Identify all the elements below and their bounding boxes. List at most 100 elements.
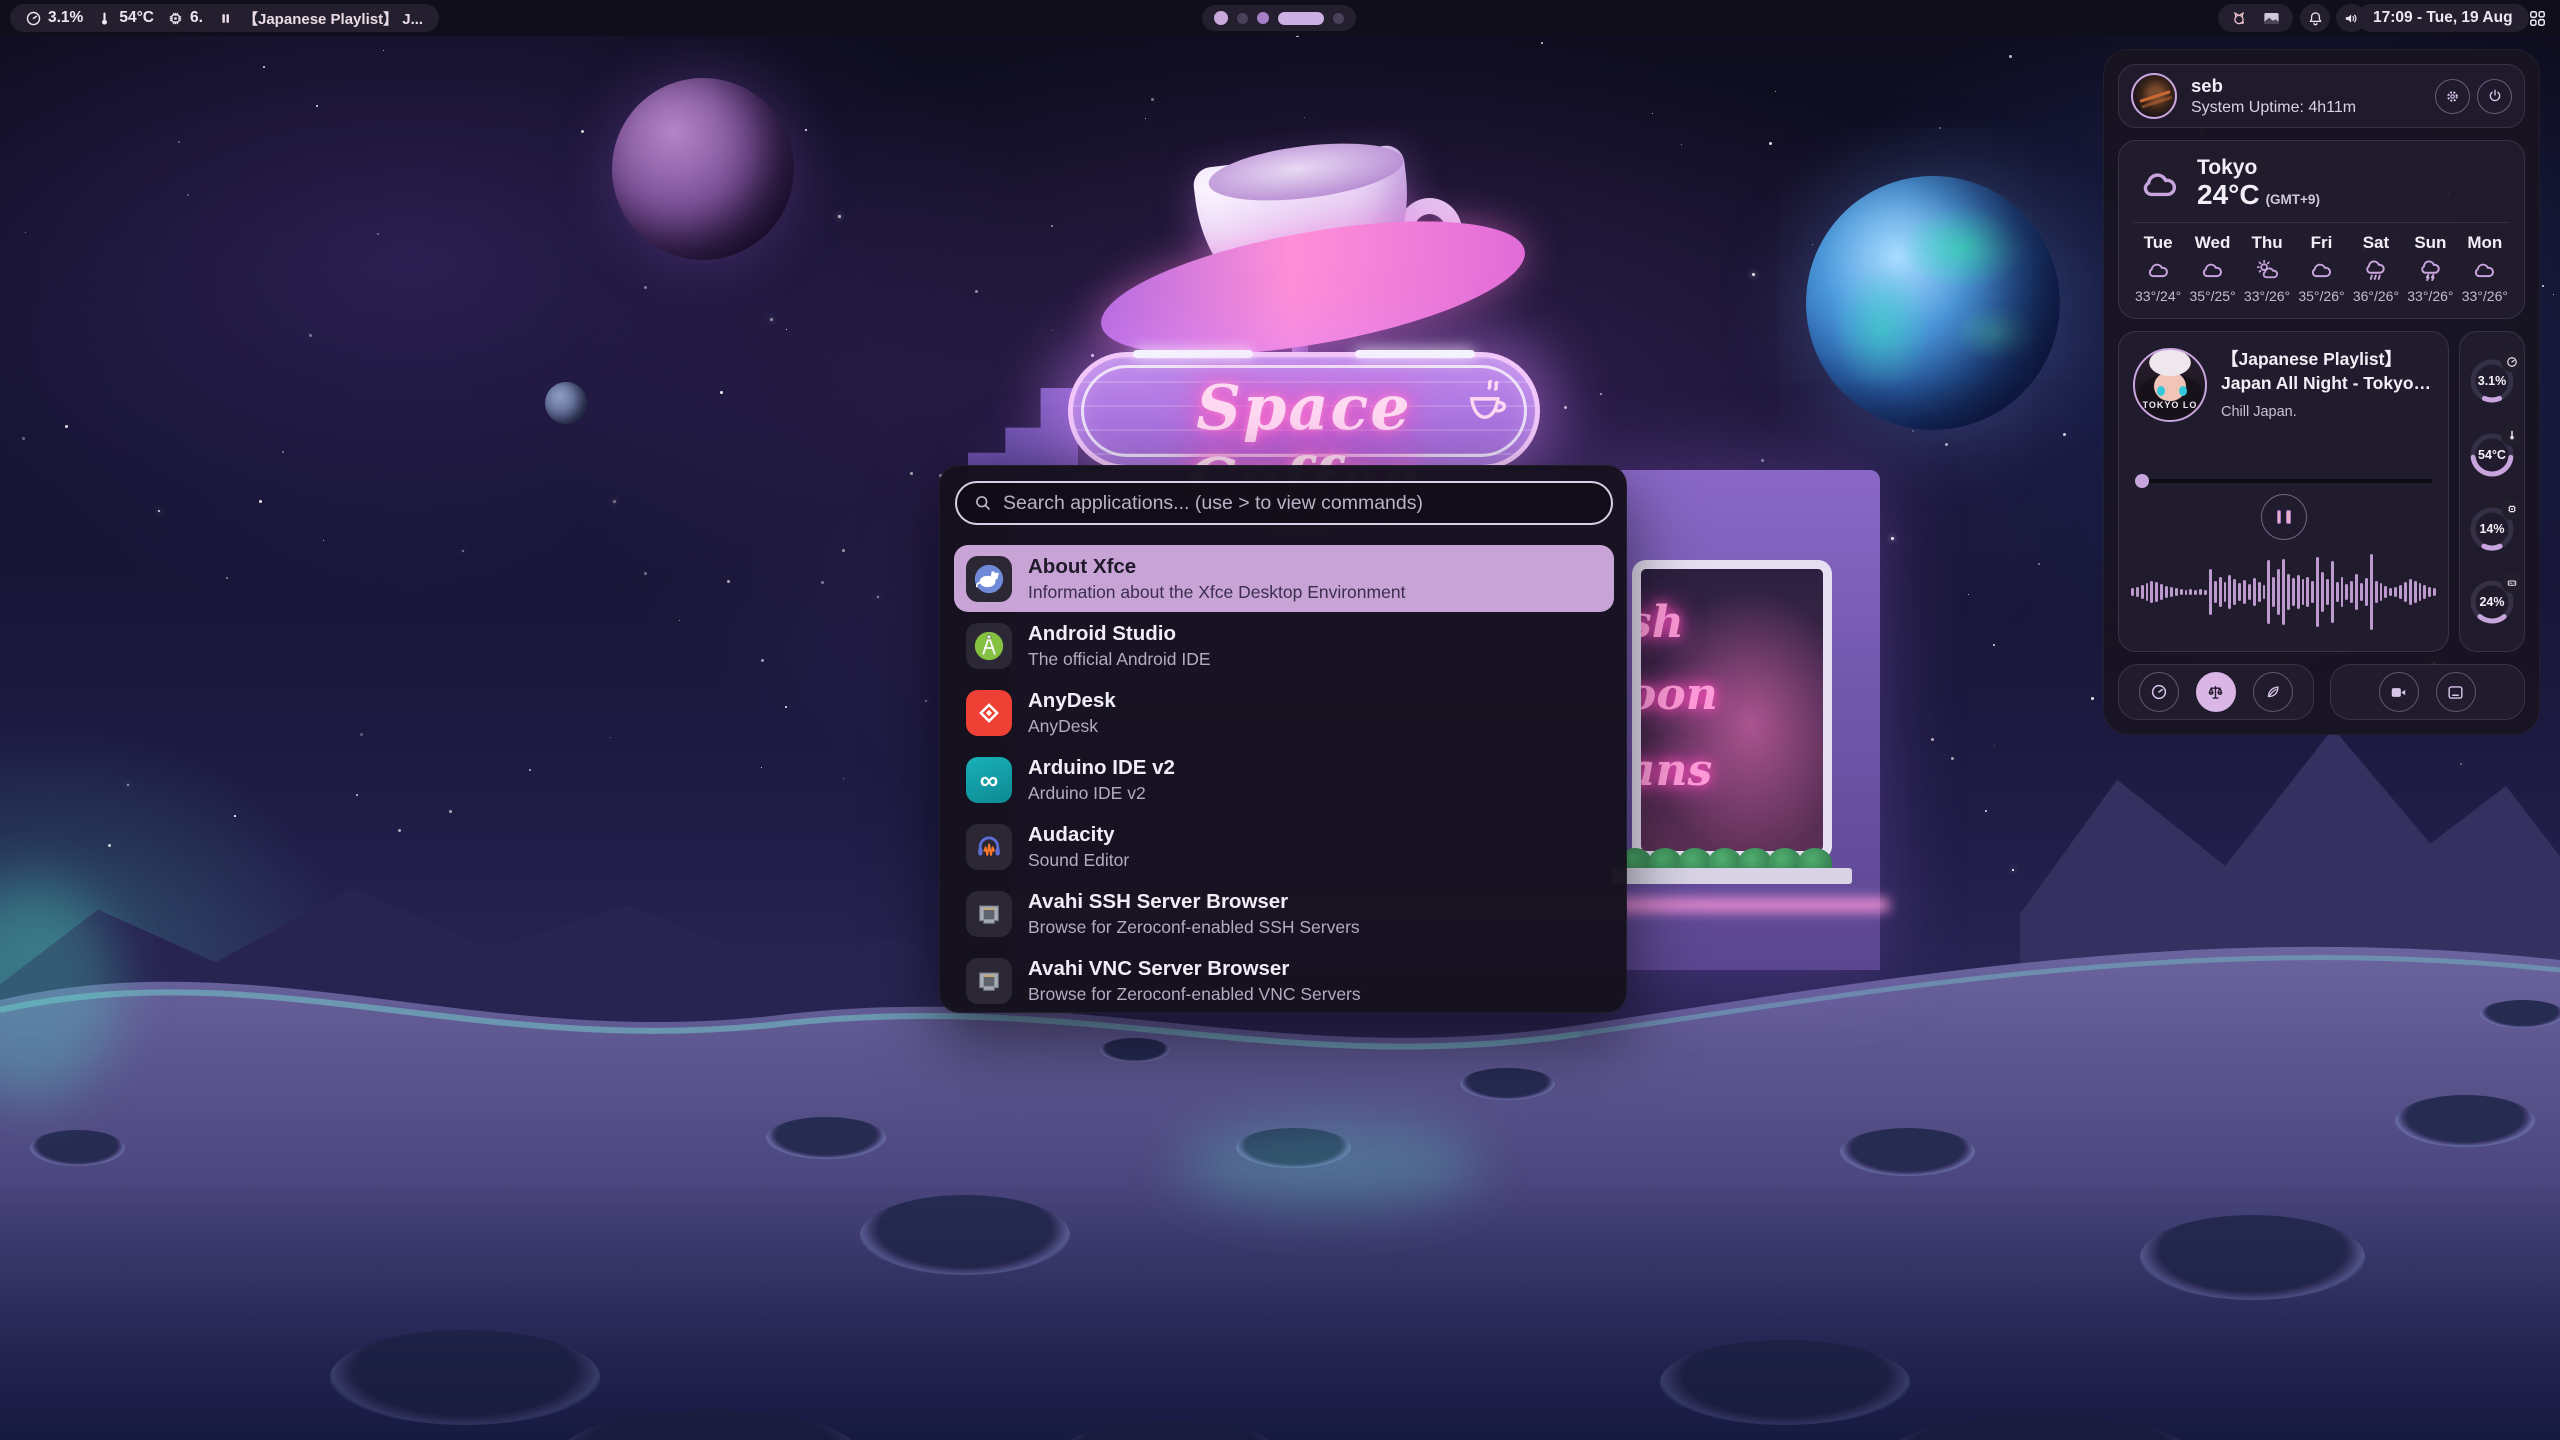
video-camera-icon	[2389, 683, 2408, 702]
visualizer-bar	[2375, 581, 2378, 603]
forecast-day: Wed 35°/25°	[2189, 233, 2235, 304]
star	[842, 549, 845, 552]
notifications-button[interactable]	[2300, 4, 2330, 32]
anydesk-icon	[966, 690, 1012, 736]
visualizer-bar	[2272, 577, 2275, 607]
gauge-chip: 14%	[2467, 504, 2517, 554]
workspace-dot[interactable]	[1237, 13, 1248, 24]
app-title: Audacity	[1028, 823, 1129, 847]
list-item-audacity[interactable]: Audacity Sound Editor	[954, 813, 1614, 880]
visualizer-bar	[2428, 587, 2431, 597]
search-box[interactable]	[955, 481, 1613, 525]
search-icon	[973, 493, 993, 513]
image-icon[interactable]	[2262, 9, 2281, 28]
star	[2012, 869, 2014, 871]
list-item-avahi-vnc[interactable]: Avahi VNC Server Browser Browse for Zero…	[954, 947, 1614, 1014]
control-panel: seb System Uptime: 4h11m	[2103, 49, 2540, 735]
star	[25, 232, 26, 233]
star	[1145, 118, 1146, 119]
visualizer-bar	[2355, 574, 2358, 610]
app-title: AnyDesk	[1028, 689, 1116, 713]
forecast-day: Sat 36°/26°	[2353, 233, 2399, 304]
gauge-disk: 24%	[2467, 577, 2517, 627]
workspace-active-pill[interactable]	[1278, 12, 1324, 25]
app-grid-button[interactable]	[2522, 4, 2552, 32]
avatar[interactable]	[2131, 73, 2177, 119]
visualizer-bar	[2150, 581, 2153, 603]
list-item-about-xfce[interactable]: About Xfce Information about the Xfce De…	[954, 545, 1614, 612]
star	[65, 425, 68, 428]
star	[383, 50, 384, 51]
workspace-dot[interactable]	[1333, 13, 1344, 24]
track-subtitle: Chill Japan.	[2221, 404, 2434, 420]
gear-icon	[2444, 88, 2461, 105]
play-pause-button[interactable]	[2261, 494, 2307, 540]
album-art-text: TOKYO LO	[2135, 400, 2205, 410]
small-moon	[545, 382, 587, 424]
chip-icon	[167, 10, 184, 27]
balanced-profile-button[interactable]	[2196, 672, 2236, 712]
crater	[30, 1130, 125, 1166]
temperature-stat: 54°C	[96, 9, 154, 27]
performance-profile-button[interactable]	[2139, 672, 2179, 712]
star	[785, 706, 787, 708]
speedometer-icon	[2150, 683, 2168, 701]
crater	[2480, 1000, 2560, 1028]
app-subtitle: Sound Editor	[1028, 850, 1129, 871]
star	[2038, 563, 2040, 565]
shop-planter	[1612, 868, 1852, 884]
screenshot-button[interactable]	[2436, 672, 2476, 712]
star	[187, 194, 189, 196]
app-subtitle: Information about the Xfce Desktop Envir…	[1028, 582, 1405, 603]
screen-record-button[interactable]	[2379, 672, 2419, 712]
capture-group	[2330, 664, 2526, 720]
star	[1652, 113, 1653, 114]
power-button[interactable]	[2477, 79, 2512, 114]
star	[178, 141, 180, 143]
visualizer-bar	[2336, 582, 2339, 602]
visualizer-bar	[2146, 583, 2149, 601]
list-item-anydesk[interactable]: AnyDesk AnyDesk	[954, 679, 1614, 746]
app-title: Arduino IDE v2	[1028, 756, 1175, 780]
workspace-dot[interactable]	[1214, 11, 1228, 25]
user-name: seb	[2191, 75, 2356, 97]
album-art: TOKYO LO	[2133, 348, 2207, 422]
shop-window: sh oon ans	[1632, 560, 1832, 860]
star	[679, 620, 680, 621]
list-item-android-studio[interactable]: Android Studio The official Android IDE	[954, 612, 1614, 679]
list-item-arduino[interactable]: ∞ Arduino IDE v2 Arduino IDE v2	[954, 746, 1614, 813]
star	[226, 577, 228, 579]
clock[interactable]: 17:09 - Tue, 19 Aug	[2357, 4, 2529, 32]
seek-bar[interactable]	[2135, 474, 2432, 488]
media-player-card: TOKYO LO 【Japanese Playlist】 Japan All N…	[2118, 331, 2449, 652]
star	[377, 233, 379, 235]
visualizer-bar	[2433, 588, 2436, 596]
visualizer-bar	[2228, 575, 2231, 609]
visualizer-bar	[2365, 578, 2368, 606]
visualizer-bar	[2263, 585, 2266, 599]
visualizer-bar	[2224, 582, 2227, 602]
settings-button[interactable]	[2435, 79, 2470, 114]
visualizer-bar	[2243, 580, 2246, 604]
star	[158, 510, 160, 512]
app-launcher: About Xfce Information about the Xfce De…	[939, 465, 1627, 1013]
visualizer-bar	[2180, 589, 2183, 595]
visualizer-bar	[2131, 588, 2134, 596]
visualizer-bar	[2297, 575, 2300, 609]
app-title: Avahi SSH Server Browser	[1028, 890, 1360, 914]
list-item-avahi-ssh[interactable]: Avahi SSH Server Browser Browse for Zero…	[954, 880, 1614, 947]
search-input[interactable]	[1003, 492, 1595, 515]
workspace-dot[interactable]	[1257, 12, 1269, 24]
app-subtitle: The official Android IDE	[1028, 649, 1211, 670]
forecast-day: Thu 33°/26°	[2244, 233, 2290, 304]
forecast-row: Tue 33°/24° Wed 35°/25° Thu 33°/26°	[2119, 223, 2524, 318]
star	[720, 391, 723, 394]
visualizer-bar	[2214, 581, 2217, 603]
star	[1951, 757, 1954, 760]
powersave-profile-button[interactable]	[2253, 672, 2293, 712]
star	[1931, 738, 1934, 741]
seek-knob[interactable]	[2135, 474, 2149, 488]
now-playing-pill[interactable]: 【Japanese Playlist】 J...	[202, 4, 439, 32]
visualizer-bar	[2404, 582, 2407, 602]
cat-icon[interactable]	[2230, 9, 2248, 27]
